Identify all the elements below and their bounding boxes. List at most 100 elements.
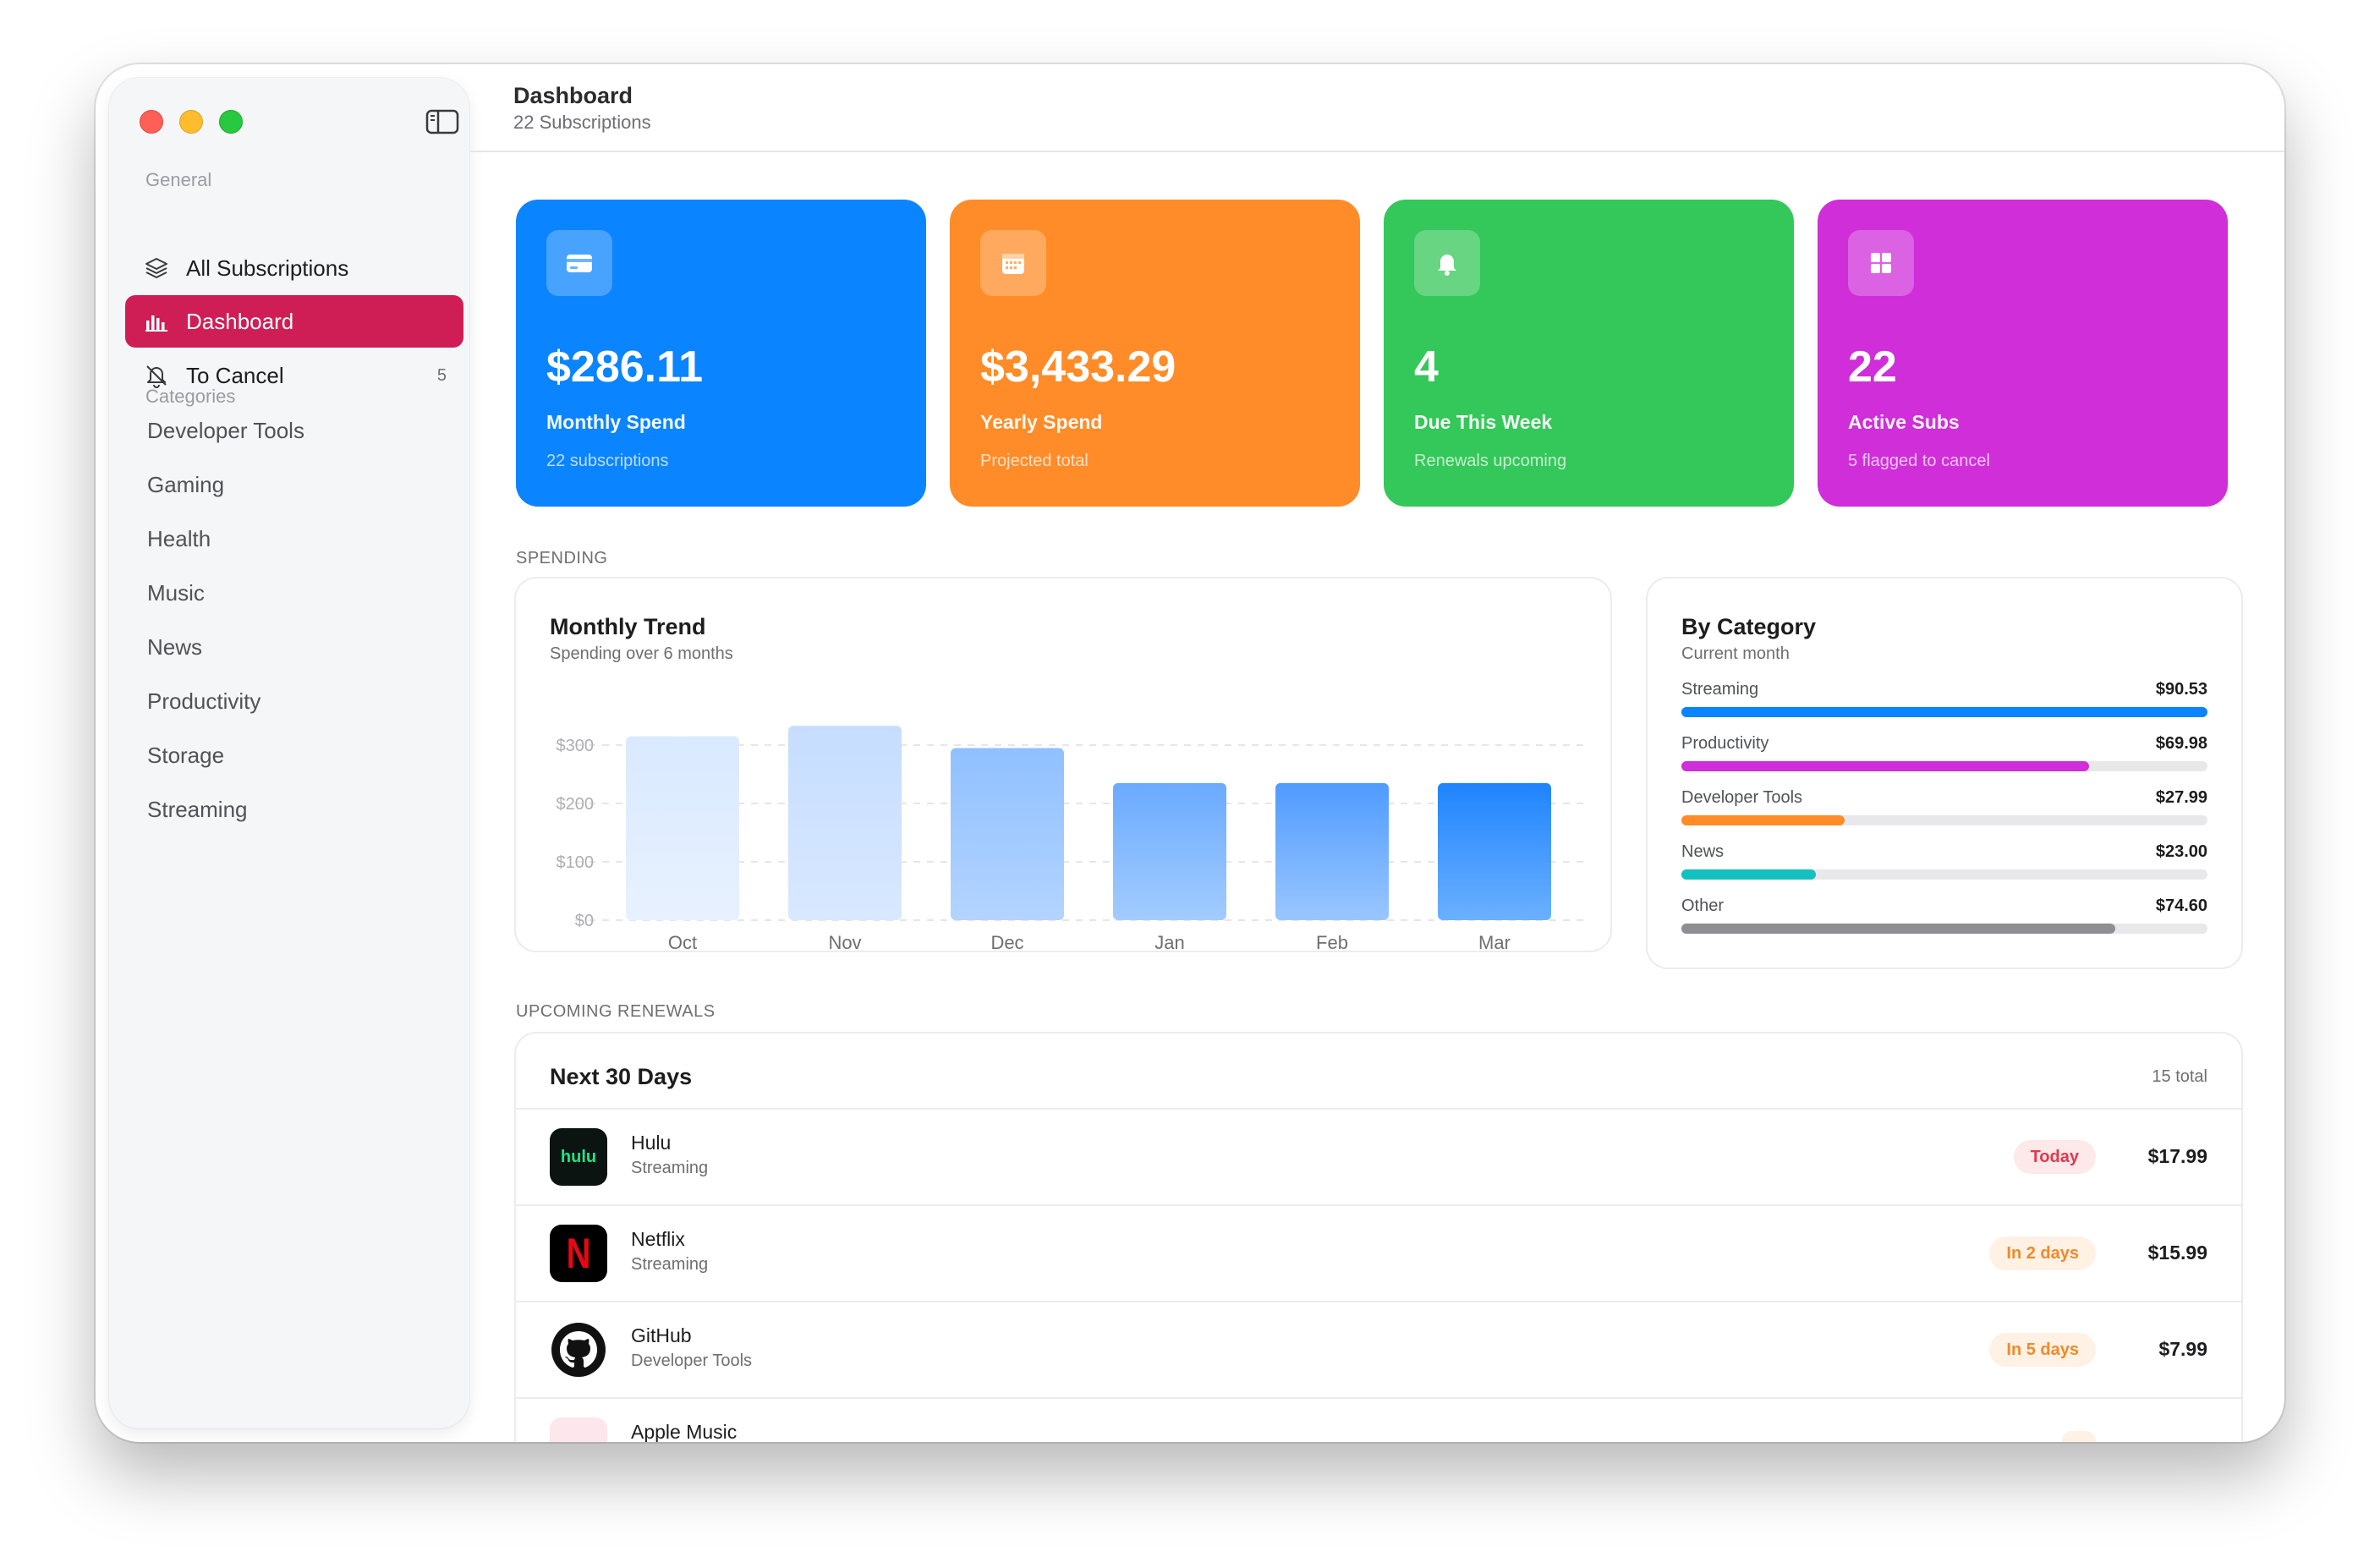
monthly-trend-chart: $300 $200 $100 $0 Oct Nov Dec Jan Feb Mar xyxy=(557,726,1587,951)
chart-bar-dec[interactable] xyxy=(951,748,1064,920)
renewal-row-github[interactable]: GitHub Developer Tools In 5 days $7.99 xyxy=(516,1301,2241,1397)
app-name: Hulu xyxy=(631,1132,672,1154)
bell-icon xyxy=(1414,230,1480,296)
app-category: Streaming xyxy=(631,1255,709,1274)
due-badge: In 2 days xyxy=(1989,1236,2096,1270)
sidebar-item-dashboard[interactable]: Dashboard xyxy=(125,295,463,348)
stat-subtext: 5 flagged to cancel xyxy=(1848,452,1990,470)
sidebar-item-gaming[interactable]: Gaming xyxy=(147,472,224,498)
x-tick-label: Mar xyxy=(1478,932,1511,951)
monthly-trend-panel: Monthly Trend Spending over 6 months $30… xyxy=(516,578,1610,951)
sidebar-item-news[interactable]: News xyxy=(147,634,202,661)
credit-card-icon xyxy=(546,230,612,296)
stat-card-yearly-spend[interactable]: $3,433.29 Yearly Spend Projected total xyxy=(950,200,1360,507)
category-amount: $90.53 xyxy=(2155,680,2207,699)
sidebar-item-all-subscriptions[interactable]: All Subscriptions xyxy=(125,242,463,294)
hulu-logo-text: hulu xyxy=(560,1147,597,1166)
main-content: Dashboard 22 Subscriptions $286.11 Month… xyxy=(469,64,2284,1442)
category-amount: $23.00 xyxy=(2155,842,2207,861)
grid-icon xyxy=(1848,230,1914,296)
sidebar-item-streaming[interactable]: Streaming xyxy=(147,797,248,823)
netflix-icon: N xyxy=(550,1225,607,1282)
category-label: Streaming xyxy=(1681,680,1759,699)
chart-bar-nov[interactable] xyxy=(788,726,902,920)
category-amount: $27.99 xyxy=(2155,788,2207,807)
stat-card-due-this-week[interactable]: 4 Due This Week Renewals upcoming xyxy=(1384,200,1794,507)
x-tick-label: Dec xyxy=(990,932,1023,951)
sidebar-item-storage[interactable]: Storage xyxy=(147,743,224,769)
zoom-window-button[interactable] xyxy=(219,110,243,134)
category-bar-fill xyxy=(1681,707,2207,717)
category-label: News xyxy=(1681,842,1725,861)
upcoming-renewals-section-label: UPCOMING RENEWALS xyxy=(516,1002,716,1021)
stat-value: $286.11 xyxy=(546,343,704,392)
category-bar-track xyxy=(1681,815,2207,825)
chart-bar-feb[interactable] xyxy=(1275,782,1389,920)
sidebar-item-health[interactable]: Health xyxy=(147,526,211,552)
category-bar-track xyxy=(1681,761,2207,771)
page-subtitle: 22 Subscriptions xyxy=(513,112,651,133)
sidebar-item-developer-tools[interactable]: Developer Tools xyxy=(147,418,304,444)
by-category-panel: By Category Current month Streaming $90.… xyxy=(1648,578,2241,968)
app-name: GitHub xyxy=(631,1324,692,1346)
bar-chart-icon xyxy=(144,309,169,334)
y-tick-label: $200 xyxy=(557,795,595,814)
app-category: Streaming xyxy=(631,1159,709,1177)
due-badge xyxy=(2062,1431,2096,1442)
page-title: Dashboard xyxy=(513,83,633,108)
stat-subtext: Renewals upcoming xyxy=(1414,452,1567,470)
chart-bar-jan[interactable] xyxy=(1113,782,1226,920)
sidebar-item-productivity[interactable]: Productivity xyxy=(147,688,260,715)
close-window-button[interactable] xyxy=(140,110,163,134)
sidebar-item-label: All Subscriptions xyxy=(186,255,349,281)
renewal-price: $17.99 xyxy=(2147,1145,2207,1167)
stat-card-active-subs[interactable]: 22 Active Subs 5 flagged to cancel xyxy=(1818,200,2228,507)
category-bar-fill xyxy=(1681,869,1816,880)
renewal-row-hulu[interactable]: hulu Hulu Streaming Today $17.99 xyxy=(516,1108,2241,1204)
category-row-productivity[interactable]: Productivity $69.98 xyxy=(1681,734,2207,776)
category-row-streaming[interactable]: Streaming $90.53 xyxy=(1681,680,2207,722)
due-badge: In 5 days xyxy=(1989,1333,2096,1367)
sidebar-item-music[interactable]: Music xyxy=(147,580,205,606)
category-row-other[interactable]: Other $74.60 xyxy=(1681,896,2207,939)
stat-label: Monthly Spend xyxy=(546,411,686,433)
hulu-icon: hulu xyxy=(550,1128,607,1186)
stat-card-monthly-spend[interactable]: $286.11 Monthly Spend 22 subscriptions xyxy=(516,200,926,507)
x-tick-label: Oct xyxy=(668,932,697,951)
app-window: General All Subscriptions Dashboard To C… xyxy=(96,64,2284,1442)
layers-icon xyxy=(144,255,169,281)
category-row-developer-tools[interactable]: Developer Tools $27.99 xyxy=(1681,788,2207,831)
category-row-news[interactable]: News $23.00 xyxy=(1681,842,2207,885)
sidebar-toggle-icon[interactable] xyxy=(425,108,459,135)
renewal-row-apple-music[interactable]: Apple Music xyxy=(516,1397,2241,1442)
stat-value: 4 xyxy=(1414,343,1439,392)
x-tick-label: Nov xyxy=(828,932,861,951)
chart-bar-oct[interactable] xyxy=(626,736,739,920)
toolbar-header: Dashboard 22 Subscriptions xyxy=(469,64,2284,152)
stat-subtext: Projected total xyxy=(980,452,1089,470)
app-name: Netflix xyxy=(631,1228,685,1250)
spending-section-label: SPENDING xyxy=(516,549,608,567)
category-label: Other xyxy=(1681,896,1725,915)
renewal-row-netflix[interactable]: N Netflix Streaming In 2 days $15.99 xyxy=(516,1204,2241,1301)
app-name: Apple Music xyxy=(631,1421,738,1442)
category-bar-fill xyxy=(1681,761,2090,771)
bell-icon xyxy=(144,363,169,388)
stat-label: Yearly Spend xyxy=(980,411,1103,433)
chart-bar-mar[interactable] xyxy=(1438,782,1551,920)
category-bar-fill xyxy=(1681,924,2116,934)
stat-value: 22 xyxy=(1848,343,1897,392)
sidebar-item-label: To Cancel xyxy=(186,362,284,388)
github-icon xyxy=(550,1321,607,1379)
panel-subtitle: Current month xyxy=(1681,644,1790,663)
minimize-window-button[interactable] xyxy=(179,110,203,134)
x-tick-label: Feb xyxy=(1316,932,1348,951)
panel-title: Next 30 Days xyxy=(550,1064,693,1089)
stat-subtext: 22 subscriptions xyxy=(546,452,669,470)
panel-title: By Category xyxy=(1681,614,1817,639)
y-tick-label: $0 xyxy=(575,912,594,930)
renewal-price: $7.99 xyxy=(2158,1338,2207,1360)
x-tick-label: Jan xyxy=(1154,932,1184,951)
renewals-panel: Next 30 Days 15 total hulu Hulu Streamin… xyxy=(516,1033,2241,1442)
general-section-label: General xyxy=(145,169,212,190)
